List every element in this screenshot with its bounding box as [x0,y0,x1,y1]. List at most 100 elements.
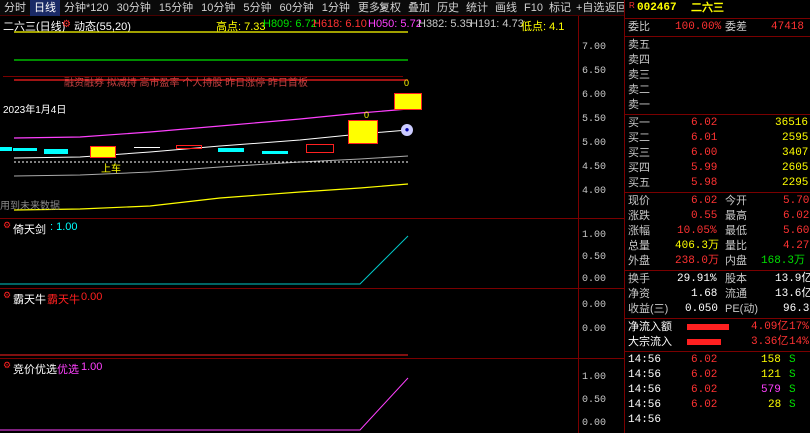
volume-ratio: 4.27 [783,240,810,252]
stock-code: 002467 [637,2,677,14]
tab-60min[interactable]: 60分钟 [276,0,318,16]
stock-name: 二六三 [691,2,724,14]
pe-ratio: 96.3 [783,303,810,315]
tick-time: 14:56 [628,369,662,381]
flow-value: 4.09亿 [751,321,789,333]
tick-row: 14:56 6.02 158 S [625,353,810,368]
tick-time: 14:56 [628,399,662,411]
tick-row: 14:56 6.02 579 S [625,383,810,398]
tab-min120[interactable]: 分钟*120 [60,0,113,16]
change-value: 0.55 [691,210,718,222]
buy-row[interactable]: 买二 6.01 2595 [625,131,810,146]
flow-label: 大宗流入 [628,336,672,348]
high-price: 6.02 [783,210,810,222]
sell2-label: 卖二 [628,84,650,96]
tick-price: 6.02 [691,399,718,411]
stat-label: 总量 [628,240,650,252]
buy-row[interactable]: 买四 5.99 2605 [625,161,810,176]
candle [306,144,334,153]
candle-signal [348,120,378,144]
buy-price: 6.02 [691,117,718,129]
weicha-label: 委差 [725,21,747,33]
tab-fenshi[interactable]: 分时 [0,0,30,16]
buy-volume: 2595 [782,132,809,144]
y-tick: 4.00 [582,186,607,197]
y-tick: 0.00 [582,324,607,335]
share-capital: 13.9亿 [775,273,810,285]
draw-button[interactable]: 画线 [491,0,521,16]
stat-label: 今开 [725,195,747,207]
main-chart-svg [13,31,409,211]
tick-row: 14:56 6.02 121 S [625,368,810,383]
buy-label: 买二 [628,132,650,144]
y-tick: 7.00 [582,42,607,53]
buy-row[interactable]: 买三 6.00 3407 [625,146,810,161]
gold-coin-icon[interactable]: ● [401,124,413,136]
stat-label: 换手 [628,273,650,285]
sell4-label: 卖四 [628,54,650,66]
tab-15min[interactable]: 15分钟 [155,0,197,16]
outer-volume: 238.0万 [675,255,720,267]
stats-button[interactable]: 统计 [462,0,492,16]
turnover: 29.91% [677,273,717,285]
back-button[interactable]: 返回 [601,0,627,16]
stat-label: 流通 [725,288,747,300]
overlay-button[interactable]: 叠加 [404,0,434,16]
tab-1min[interactable]: 1分钟 [318,0,354,16]
mark-button[interactable]: 标记 [545,0,575,16]
weibi-value: 100.00% [675,21,722,33]
tick-side: S [789,399,796,411]
tick-time: 14:56 [628,384,662,396]
candle-signal [90,146,116,158]
float-shares: 13.6亿 [775,288,810,300]
tick-side: S [789,384,796,396]
flow-label: 净流入额 [628,321,672,333]
tab-daily[interactable]: 日线 [30,0,60,16]
tab-10min[interactable]: 10分钟 [197,0,239,16]
tick-volume: 158 [761,354,781,366]
stat-label: 现价 [628,195,650,207]
change-pct: 10.05% [677,225,717,237]
buy-row[interactable]: 买五 5.98 2295 [625,176,810,191]
buy-row[interactable]: 买一 6.02 36516 [625,116,810,131]
fuquan-button[interactable]: 复权 [375,0,405,16]
tick-row: 14:56 6.02 28 S [625,398,810,413]
candle [218,148,244,152]
weicha-value: 47418 [771,21,805,33]
tick-side: S [789,354,796,366]
y-tick: 6.00 [582,90,607,101]
pane3-axis [578,288,624,358]
sell5-label: 卖五 [628,39,650,51]
stat-label: 外盘 [628,255,650,267]
inner-volume: 168.3万 [761,255,806,267]
y-tick: 5.50 [582,114,607,125]
buy-volume: 3407 [782,147,809,159]
stat-label: 量比 [725,240,747,252]
marker-mid: 0 [364,110,370,120]
tick-volume: 28 [768,399,782,411]
f10-button[interactable]: F10 [520,0,547,16]
buy-price: 5.99 [691,162,718,174]
tick-volume: 121 [761,369,781,381]
flow-row[interactable]: 大宗流入 3.36亿 14% [625,335,810,350]
buy-volume: 36516 [775,117,809,129]
candle [0,147,12,151]
y-tick: 1.00 [582,230,607,241]
flow-row[interactable]: 净流入额 4.09亿 17% [625,320,810,335]
history-button[interactable]: 历史 [433,0,463,16]
buy-volume: 2605 [782,162,809,174]
tab-5min[interactable]: 5分钟 [239,0,275,16]
r-badge: R [629,1,635,10]
sell3-label: 卖三 [628,69,650,81]
tab-30min[interactable]: 30分钟 [113,0,155,16]
weibi-label: 委比 [628,21,650,33]
buy-price: 5.98 [691,177,718,189]
future-data-warning: 用到未来数据 [0,201,60,212]
y-tick: 6.50 [582,66,607,77]
buy-price: 6.01 [691,132,718,144]
total-volume: 406.3万 [675,240,720,252]
y-tick: 5.00 [582,138,607,149]
stat-label: PE(动) [725,303,758,315]
pane4-svg [0,377,409,431]
tick-price: 6.02 [691,354,718,366]
